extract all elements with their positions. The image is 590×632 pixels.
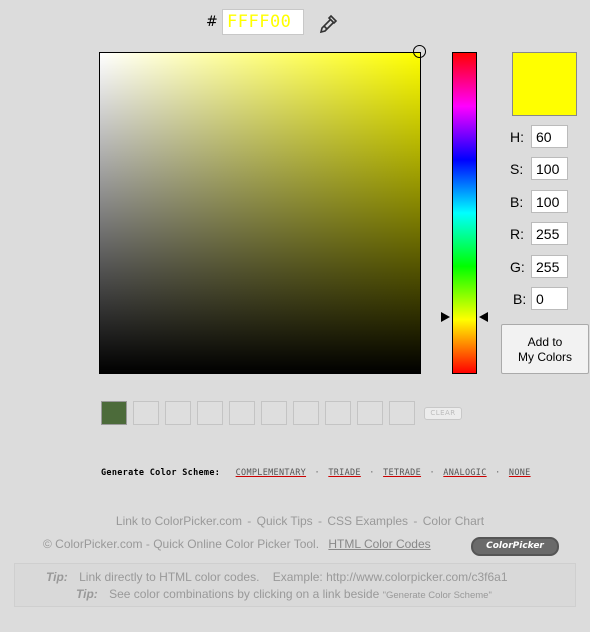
scheme-link-complementary[interactable]: COMPLEMENTARY [236,468,306,478]
saturation-field: S: 100 [510,157,572,181]
scheme-separator: · [429,468,435,478]
saved-color-swatch[interactable] [101,401,127,425]
add-to-my-colors-button[interactable]: Add to My Colors [501,324,589,374]
saved-color-swatch[interactable] [293,401,319,425]
saturation-brightness-square[interactable] [99,52,421,374]
saved-color-swatch[interactable] [165,401,191,425]
scheme-label: Generate Color Scheme: [101,468,221,478]
saved-color-swatch[interactable] [325,401,351,425]
hue-field: H: 60 [510,125,572,149]
saved-color-swatch[interactable] [389,401,415,425]
blue-field: B: 0 [510,287,572,311]
colorpicker-logo-badge[interactable]: ColorPicker [471,537,559,556]
hex-input[interactable]: FFFF00 [222,9,304,35]
quick-tips-link[interactable]: Quick Tips [257,514,313,528]
saved-color-swatch[interactable] [197,401,223,425]
brightness-field: B: 100 [510,190,572,214]
brightness-label: B: [510,194,524,210]
tip-text: See color combinations by clicking on a … [109,587,380,601]
red-label: R: [510,226,524,242]
green-input[interactable]: 255 [531,255,568,278]
add-button-line2: My Colors [517,350,572,364]
scheme-separator: · [369,468,375,478]
scheme-link-tetrade[interactable]: TETRADE [383,468,421,478]
scheme-link-analogic[interactable]: ANALOGIC [443,468,486,478]
footer-separator: - [318,514,322,528]
brightness-input[interactable]: 100 [531,190,568,213]
saved-color-swatch[interactable] [229,401,255,425]
green-label: G: [510,259,525,275]
saturation-label: S: [510,161,524,177]
footer-separator: - [247,514,252,528]
hue-marker-right-arrow-icon[interactable] [479,312,488,322]
hex-hash-label: # [206,14,218,30]
clear-button[interactable]: CLEAR [424,407,462,420]
hue-label: H: [510,129,524,145]
saturation-input[interactable]: 100 [531,157,568,180]
saved-color-swatch[interactable] [357,401,383,425]
eyedropper-icon[interactable] [318,14,338,34]
tips-box: Tip: Link directly to HTML color codes. … [14,563,576,607]
tip-text: Link directly to HTML color codes. Examp… [79,570,508,584]
css-examples-link[interactable]: CSS Examples [327,514,408,528]
red-field: R: 255 [510,222,572,246]
add-button-line1: Add to [527,335,563,349]
green-field: G: 255 [510,255,572,279]
tip-prefix: Tip: [76,587,98,601]
tip-prefix: Tip: [46,570,68,584]
footer-separator: - [413,514,418,528]
saved-color-swatch[interactable] [261,401,287,425]
blue-label: B: [513,291,527,307]
footer-copyright-row: © ColorPicker.com - Quick Online Color P… [43,537,431,557]
footer-links: Link to ColorPicker.com - Quick Tips - C… [0,514,590,528]
scheme-separator: · [314,468,320,478]
color-scheme-row: Generate Color Scheme: COMPLEMENTARY · T… [101,468,531,482]
scheme-link-none[interactable]: NONE [509,468,531,478]
link-to-colorpicker[interactable]: Link to ColorPicker.com [116,514,242,528]
scheme-separator: · [495,468,501,478]
blue-input[interactable]: 0 [531,287,568,310]
sb-cursor[interactable] [413,45,426,58]
red-input[interactable]: 255 [531,222,568,245]
tip-line-1: Tip: Link directly to HTML color codes. … [46,570,508,584]
hue-input[interactable]: 60 [531,125,568,148]
color-preview-swatch [512,52,577,116]
hue-slider[interactable] [452,52,477,374]
tip-scheme-note: "Generate Color Scheme" [382,590,492,601]
saved-color-swatch[interactable] [133,401,159,425]
copyright-text: © ColorPicker.com - Quick Online Color P… [43,537,320,551]
tip-line-2: Tip: See color combinations by clicking … [76,587,492,601]
color-chart-link[interactable]: Color Chart [423,514,484,528]
hue-marker-left-arrow-icon[interactable] [441,312,450,322]
html-color-codes-link[interactable]: HTML Color Codes [328,537,430,551]
scheme-link-triade[interactable]: TRIADE [328,468,361,478]
